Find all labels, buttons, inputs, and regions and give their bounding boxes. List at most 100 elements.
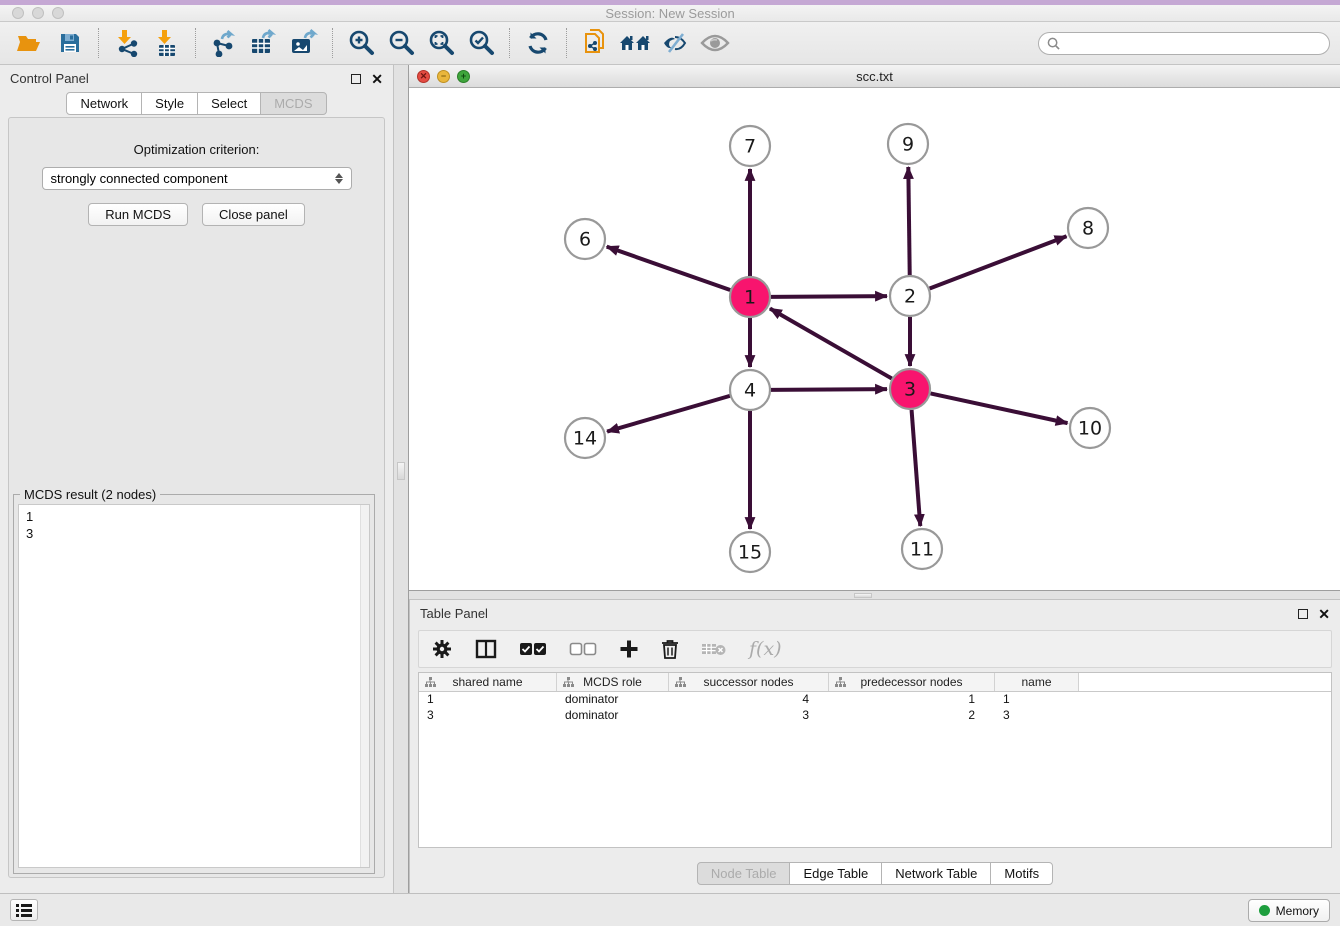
memory-status-icon: [1259, 905, 1270, 916]
graph-edge-2-9[interactable]: [908, 167, 909, 275]
tab-mcds[interactable]: MCDS: [260, 92, 326, 115]
result-scrollbar[interactable]: [360, 505, 369, 867]
tab-style[interactable]: Style: [141, 92, 198, 115]
graph-node-11[interactable]: 11: [902, 529, 942, 569]
criterion-select[interactable]: strongly connected component: [42, 167, 352, 190]
float-panel-icon[interactable]: [351, 74, 361, 84]
first-neighbors-button[interactable]: [615, 25, 655, 61]
graph-edge-1-6[interactable]: [607, 247, 730, 290]
column-header-mcds-role[interactable]: MCDS role: [557, 673, 669, 691]
graph-node-9[interactable]: 9: [888, 124, 928, 164]
graph-node-2[interactable]: 2: [890, 276, 930, 316]
table-row[interactable]: 1 dominator 4 1 1: [419, 692, 1331, 708]
run-mcds-button[interactable]: Run MCDS: [88, 203, 188, 226]
clone-network-button[interactable]: [575, 25, 615, 61]
zoom-in-button[interactable]: [341, 25, 381, 61]
tab-select[interactable]: Select: [197, 92, 261, 115]
graph-node-3[interactable]: 3: [890, 369, 930, 409]
memory-button[interactable]: Memory: [1248, 899, 1330, 922]
cell-successor-nodes[interactable]: 3: [669, 708, 829, 724]
function-builder-button[interactable]: f(x): [749, 638, 782, 660]
network-window-titlebar[interactable]: ✕ − + scc.txt: [409, 65, 1340, 88]
tab-edge-table[interactable]: Edge Table: [789, 862, 882, 885]
splitter-grip[interactable]: [854, 593, 872, 598]
graph-edge-3-1[interactable]: [770, 308, 892, 378]
table-header-row: shared name MCDS role successor nodes pr…: [419, 673, 1331, 692]
column-header-successor-nodes[interactable]: successor nodes: [669, 673, 829, 691]
open-session-button[interactable]: [10, 25, 50, 61]
cell-name[interactable]: 1: [995, 692, 1079, 708]
cell-shared-name[interactable]: 1: [419, 692, 557, 708]
graph-node-14[interactable]: 14: [565, 418, 605, 458]
tab-node-table[interactable]: Node Table: [697, 862, 791, 885]
cell-name[interactable]: 3: [995, 708, 1079, 724]
import-table-icon: [154, 29, 180, 57]
open-session-icon: [16, 31, 44, 55]
delete-row-button[interactable]: [661, 639, 679, 660]
close-panel-icon[interactable]: ✕: [1318, 609, 1330, 619]
graph-edge-4-3[interactable]: [771, 389, 887, 390]
graph-node-1[interactable]: 1: [730, 277, 770, 317]
settings-gear-button[interactable]: [431, 638, 453, 660]
graph-edge-4-14[interactable]: [607, 396, 730, 432]
close-panel-button[interactable]: Close panel: [202, 203, 305, 226]
apply-layout-button[interactable]: [518, 25, 558, 61]
maximize-view-icon[interactable]: +: [457, 70, 470, 83]
graph-node-4[interactable]: 4: [730, 370, 770, 410]
import-network-button[interactable]: [107, 25, 147, 61]
cell-successor-nodes[interactable]: 4: [669, 692, 829, 708]
graph-edge-3-10[interactable]: [931, 393, 1068, 423]
zoom-out-button[interactable]: [381, 25, 421, 61]
delete-table-button[interactable]: [701, 641, 727, 657]
mcds-result-list[interactable]: 1 3: [18, 504, 370, 868]
horizontal-splitter[interactable]: [409, 590, 1340, 600]
search-field[interactable]: [1038, 32, 1330, 55]
tab-network-table[interactable]: Network Table: [881, 862, 991, 885]
task-history-button[interactable]: [10, 899, 38, 921]
settings-gear-icon: [431, 638, 453, 660]
tab-motifs[interactable]: Motifs: [990, 862, 1053, 885]
close-view-icon[interactable]: ✕: [417, 70, 430, 83]
cell-predecessor-nodes[interactable]: 2: [829, 708, 995, 724]
cell-mcds-role[interactable]: dominator: [557, 708, 669, 724]
float-panel-icon[interactable]: [1298, 609, 1308, 619]
mcds-result-groupbox: MCDS result (2 nodes) 1 3: [13, 494, 375, 874]
graph-node-15[interactable]: 15: [730, 532, 770, 572]
graph-edge-1-2[interactable]: [771, 296, 887, 297]
export-table-button[interactable]: [244, 25, 284, 61]
close-panel-icon[interactable]: ✕: [371, 74, 383, 84]
toolbar-separator: [509, 28, 510, 58]
column-header-shared-name[interactable]: shared name: [419, 673, 557, 691]
graph-node-8[interactable]: 8: [1068, 208, 1108, 248]
add-row-button[interactable]: [619, 639, 639, 659]
zoom-selected-button[interactable]: [461, 25, 501, 61]
graph-node-6[interactable]: 6: [565, 219, 605, 259]
cell-mcds-role[interactable]: dominator: [557, 692, 669, 708]
deselect-all-button[interactable]: [569, 642, 597, 656]
network-canvas[interactable]: 7 9 6 8 1 2 4 3 14 10 15 11: [409, 88, 1340, 590]
column-header-predecessor-nodes[interactable]: predecessor nodes: [829, 673, 995, 691]
show-hidden-button[interactable]: [695, 25, 735, 61]
save-session-button[interactable]: [50, 25, 90, 61]
tab-network[interactable]: Network: [66, 92, 142, 115]
export-image-button[interactable]: [284, 25, 324, 61]
hide-selected-button[interactable]: [655, 25, 695, 61]
minimize-view-icon[interactable]: −: [437, 70, 450, 83]
import-table-button[interactable]: [147, 25, 187, 61]
graph-node-10[interactable]: 10: [1070, 408, 1110, 448]
graph-edge-2-8[interactable]: [930, 236, 1067, 288]
show-column-button[interactable]: [475, 639, 497, 659]
select-all-button[interactable]: [519, 642, 547, 656]
table-row[interactable]: 3 dominator 3 2 3: [419, 708, 1331, 724]
cell-predecessor-nodes[interactable]: 1: [829, 692, 995, 708]
graph-node-7[interactable]: 7: [730, 126, 770, 166]
splitter-grip[interactable]: [397, 462, 405, 480]
cell-shared-name[interactable]: 3: [419, 708, 557, 724]
vertical-splitter[interactable]: [393, 65, 409, 893]
column-header-name[interactable]: name: [995, 673, 1079, 691]
search-input[interactable]: [1065, 36, 1321, 50]
svg-text:3: 3: [904, 379, 916, 401]
zoom-fit-button[interactable]: [421, 25, 461, 61]
graph-edge-3-11[interactable]: [912, 410, 921, 526]
export-network-button[interactable]: [204, 25, 244, 61]
